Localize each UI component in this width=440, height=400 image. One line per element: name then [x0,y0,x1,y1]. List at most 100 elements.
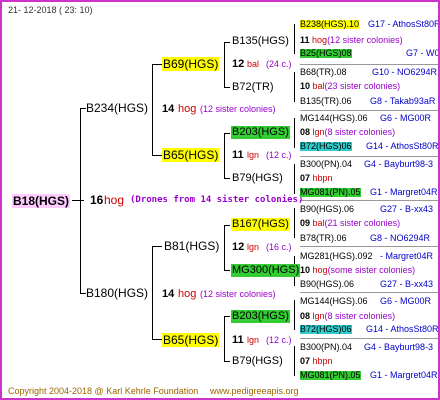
g4-node[interactable]: B25(HGS)08 [300,49,352,58]
g4-node[interactable]: B90(HGS).06 [300,280,354,289]
g4-info: - Margret04R [380,251,434,261]
g3-type: lgn [312,311,325,321]
g2-count: 11 [232,149,244,161]
root-node[interactable]: B18(HGS) [12,194,71,208]
g4-info: G10 - NO6294R [372,67,438,77]
g4-info: G1 - Margret04R [370,187,438,197]
line [152,246,162,247]
line [224,42,230,43]
g3-node[interactable]: B167(HGS) [231,218,290,231]
line [294,24,295,54]
site-link[interactable]: www.pedigreeapis.org [210,387,299,396]
g4-info: G8 - Takab93aR [370,96,436,106]
g1-note: (12 sister colonies) [200,289,276,299]
g3-type: hog [312,265,328,275]
separator [300,292,438,293]
g4-node[interactable]: MG144(HGS).06 [300,114,368,123]
root-type: hog [104,193,125,207]
g4-info: G6 - MG00R [380,296,432,306]
g3-node[interactable]: MG300(HGS) [231,264,301,277]
line [294,72,295,102]
g4-info: G1 - Margret04R [370,370,438,380]
g3-note: (21 sister colonies) [324,218,401,228]
g4-node[interactable]: MG144(HGS).06 [300,297,368,306]
g2-node[interactable]: B69(HGS) [162,57,220,71]
g4-info: G27 - B-xx43 [380,279,434,289]
separator [300,338,438,339]
line [224,316,230,317]
g1-node[interactable]: B180(HGS) [86,287,148,299]
g1-type: hog [178,103,197,115]
g4-node[interactable]: B68(TR).08 [300,68,347,77]
g3-type: hbpn [312,356,333,366]
g4-info: G14 - AthosSt80R [366,141,439,151]
g4-node[interactable]: B78(TR).06 [300,234,347,243]
g2-node[interactable]: B81(HGS) [164,240,219,252]
g3-node[interactable]: B203(HGS) [231,310,290,323]
g3-count: 10 [300,81,311,91]
g3-count: 09 [300,218,311,228]
g3-node[interactable]: B79(HGS) [232,356,283,367]
g4-node[interactable]: MG081(PN).05 [300,188,361,197]
g2-note: (24 c.) [266,59,292,69]
g4-node[interactable]: B300(PN).04 [300,160,352,169]
g4-node[interactable]: MG081(PN).05 [300,371,361,380]
g3-node[interactable]: B79(HGS) [232,173,283,184]
g2-count: 12 [232,58,245,70]
g4-info: G7 - W0 [406,48,440,58]
g2-note: (12 c.) [266,335,292,345]
line [224,225,230,226]
g3-node[interactable]: B72(TR) [232,82,274,93]
line [224,270,230,271]
g3-note: (8 sister colonies) [324,311,396,321]
g4-node[interactable]: B72(HGS)06 [300,142,352,151]
g4-info: G6 - MG00R [380,113,432,123]
g3-count: 10 [300,265,311,275]
g3-type: lgn [312,127,325,137]
g1-type: hog [178,288,197,300]
g4-node[interactable]: B72(HGS)06 [300,325,352,334]
g4-info: G14 - AthosSt80R [366,324,439,334]
pedigree-frame: 21- 12-2018 ( 23: 10) B18(HGS) 16 hog (D… [0,0,440,400]
separator [300,156,438,157]
g2-type: lgn [247,150,260,160]
line [294,118,295,148]
g3-type: bal [312,218,325,228]
g3-note: (12 sister colonies) [327,35,403,45]
date-stamp: 21- 12-2018 ( 23: 10) [8,5,93,15]
g3-node[interactable]: B203(HGS) [231,126,290,139]
g4-node[interactable]: B300(PN).04 [300,343,352,352]
line [224,361,230,362]
line [152,155,162,156]
g4-node[interactable]: B135(TR).06 [300,97,352,106]
line [294,164,295,194]
g1-count: 14 [162,288,175,300]
g1-count: 14 [162,103,175,115]
g4-node[interactable]: B238(HGS).10 [300,20,360,29]
g4-node[interactable]: B90(HGS).06 [300,205,354,214]
g4-info: G27 - B-xx43 [380,204,434,214]
g2-count: 11 [232,334,244,346]
g2-note: (16 c.) [266,242,292,252]
g3-node[interactable]: B135(HGS) [232,36,289,47]
line [294,208,295,238]
g3-type: hbpn [312,173,333,183]
g2-node[interactable]: B65(HGS) [162,333,220,347]
g4-node[interactable]: MG281(HGS).092 [300,252,373,261]
g1-node[interactable]: B234(HGS) [86,102,148,114]
separator [300,200,438,201]
line [80,108,81,294]
separator [300,110,438,111]
g4-info: G4 - Bayburt98-3 [364,159,434,169]
g2-note: (12 c.) [266,150,292,160]
g2-type: lgn [247,242,260,252]
line [72,200,84,201]
g2-count: 12 [232,241,245,253]
g2-node[interactable]: B65(HGS) [162,148,220,162]
copyright: Copyright 2004-2018 @ Karl Kehrle Founda… [8,386,199,396]
root-note: (Drones from 14 sister colonies) [130,195,304,205]
g3-count: 08 [300,127,311,137]
line [224,133,230,134]
line [224,178,230,179]
g3-count: 07 [300,173,311,183]
